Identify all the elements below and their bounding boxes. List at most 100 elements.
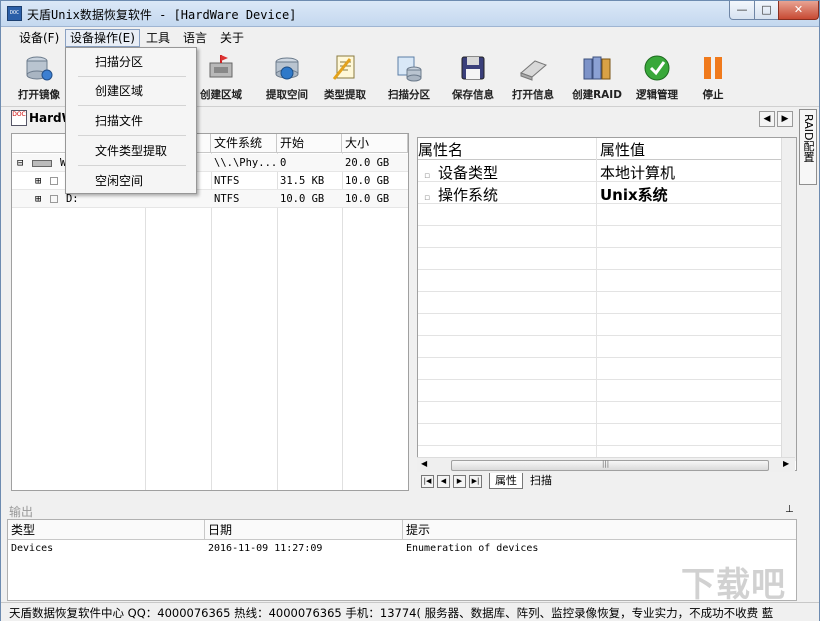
watermark-logo: 下载吧 bbox=[681, 565, 786, 605]
menu-separator bbox=[78, 135, 186, 136]
toolbar-open-info-label: 打开信息 bbox=[512, 89, 554, 101]
type-extract-icon bbox=[332, 55, 355, 80]
menu-about[interactable]: 关于 bbox=[216, 29, 248, 47]
toolbar-scan-partition-label: 扫描分区 bbox=[388, 89, 430, 101]
column-property-value[interactable]: 属性值 bbox=[600, 139, 645, 160]
stop-icon bbox=[704, 57, 722, 79]
drive-icon bbox=[31, 159, 52, 167]
column-type[interactable]: 类型 bbox=[8, 520, 205, 540]
toolbar-open-info-button[interactable]: 打开信息 bbox=[503, 51, 563, 105]
property-name: ▫ 操作系统 bbox=[424, 184, 498, 205]
menu-separator bbox=[78, 76, 186, 77]
column-property-name[interactable]: 属性名 bbox=[418, 139, 463, 160]
column-size[interactable]: 大小 bbox=[342, 134, 408, 153]
property-panel: 属性名 属性值 ▫ 设备类型 本地计算机 ▫ 操作系统 Unix系统 bbox=[417, 137, 797, 471]
partition-start: 31.5 KB bbox=[280, 175, 325, 187]
partition-icon bbox=[49, 195, 58, 203]
partition-icon bbox=[49, 177, 58, 185]
collapse-icon[interactable]: ⊟ bbox=[17, 157, 23, 169]
partition-size: 10.0 GB bbox=[345, 193, 390, 205]
property-row[interactable]: ▫ 操作系统 Unix系统 bbox=[418, 182, 796, 205]
maximize-button[interactable]: □ bbox=[754, 1, 779, 20]
menu-create-area[interactable]: 创建区域 bbox=[67, 79, 195, 103]
app-icon: DOC bbox=[7, 6, 22, 21]
open-info-icon bbox=[520, 60, 547, 81]
toolbar-open-image-button[interactable]: 打开镜像 bbox=[9, 51, 69, 105]
device-operation-dropdown: 扫描分区 创建区域 扫描文件 文件类型提取 空闲空间 bbox=[65, 47, 197, 194]
title-bar: DOC 天盾Unix数据恢复软件 - [HardWare Device] — □… bbox=[1, 1, 819, 27]
partition-filesystem: NTFS bbox=[214, 193, 240, 205]
tab-prev-button[interactable]: ◀ bbox=[437, 475, 450, 488]
minimize-button[interactable]: — bbox=[729, 1, 755, 20]
menu-scan-file[interactable]: 扫描文件 bbox=[67, 109, 195, 133]
toolbar-create-area-button[interactable]: 创建区域 bbox=[191, 51, 251, 105]
property-node-icon: ▫ bbox=[424, 171, 431, 181]
expand-icon[interactable]: ⊞ bbox=[35, 193, 41, 205]
partition-size: 10.0 GB bbox=[345, 175, 390, 187]
nav-next-button[interactable]: ▶ bbox=[777, 111, 793, 127]
save-floppy-icon bbox=[461, 56, 485, 80]
menu-file-type-extract[interactable]: 文件类型提取 bbox=[67, 139, 195, 163]
window-title: 天盾Unix数据恢复软件 - [HardWare Device] bbox=[27, 8, 297, 22]
tab-scan[interactable]: 扫描 bbox=[525, 473, 557, 489]
column-start[interactable]: 开始 bbox=[277, 134, 342, 153]
toolbar-scan-partition-button[interactable]: 扫描分区 bbox=[379, 51, 439, 105]
toolbar-create-raid-label: 创建RAID bbox=[572, 89, 622, 101]
toolbar-extract-space-label: 提取空间 bbox=[266, 89, 308, 101]
toolbar-open-image-label: 打开镜像 bbox=[18, 89, 60, 101]
property-vertical-scrollbar[interactable] bbox=[781, 138, 796, 461]
device-filesystem: \\.\Phy... bbox=[214, 157, 277, 169]
raid-config-side-tab[interactable]: RAID配置 bbox=[799, 109, 817, 185]
column-hint[interactable]: 提示 bbox=[403, 520, 796, 540]
property-row[interactable]: ▫ 设备类型 本地计算机 bbox=[418, 160, 796, 182]
scan-partition-icon bbox=[397, 56, 422, 82]
menu-free-space[interactable]: 空闲空间 bbox=[67, 169, 195, 193]
menu-device-operation[interactable]: 设备操作(E) bbox=[65, 29, 140, 47]
toolbar-extract-space-button[interactable]: 提取空间 bbox=[257, 51, 317, 105]
toolbar-create-raid-button[interactable]: 创建RAID bbox=[567, 51, 627, 105]
disk-stack-icon bbox=[26, 56, 53, 81]
nav-prev-button[interactable]: ◀ bbox=[759, 111, 775, 127]
menu-tools[interactable]: 工具 bbox=[142, 29, 174, 47]
toolbar-logic-manage-button[interactable]: 逻辑管理 bbox=[627, 51, 687, 105]
scroll-left-icon[interactable]: ◀ bbox=[421, 459, 427, 468]
partition-name: D: bbox=[65, 193, 79, 205]
scrollbar-grip: ||| bbox=[602, 460, 610, 468]
property-name-text: 设备类型 bbox=[438, 164, 499, 182]
close-button[interactable]: ✕ bbox=[778, 1, 819, 20]
property-horizontal-scrollbar[interactable]: ◀ ||| ▶ bbox=[417, 457, 795, 472]
expand-icon[interactable]: ⊞ bbox=[35, 175, 41, 187]
output-date-cell: 2016-11-09 11:27:09 bbox=[208, 543, 323, 554]
toolbar-type-extract-button[interactable]: 类型提取 bbox=[315, 51, 375, 105]
property-value: Unix系统 bbox=[600, 186, 668, 204]
output-panel-title: 输出 bbox=[9, 505, 34, 519]
menu-scan-partition[interactable]: 扫描分区 bbox=[67, 50, 195, 74]
toolbar-save-info-button[interactable]: 保存信息 bbox=[443, 51, 503, 105]
create-area-icon bbox=[209, 55, 233, 78]
tab-properties[interactable]: 属性 bbox=[489, 473, 523, 489]
menu-separator bbox=[78, 165, 186, 166]
scrollbar-thumb[interactable]: ||| bbox=[451, 460, 769, 471]
device-size: 20.0 GB bbox=[345, 157, 390, 169]
property-name-text: 操作系统 bbox=[438, 186, 499, 204]
property-value: 本地计算机 bbox=[600, 164, 676, 182]
toolbar-stop-button[interactable]: 停止 bbox=[683, 51, 743, 105]
tab-last-button[interactable]: ▶| bbox=[469, 475, 482, 488]
property-tabs: |◀ ◀ ▶ ▶| 属性 扫描 bbox=[421, 473, 801, 491]
status-bar: 天盾数据恢复软件中心 QQ：4000076365 热线：4000076365 手… bbox=[1, 602, 819, 621]
tab-next-button[interactable]: ▶ bbox=[453, 475, 466, 488]
partition-start: 10.0 GB bbox=[280, 193, 325, 205]
document-icon: DOC bbox=[11, 110, 27, 126]
menu-bar: 设备(F) 设备操作(E) 工具 语言 关于 bbox=[1, 27, 819, 49]
scroll-right-icon[interactable]: ▶ bbox=[783, 459, 789, 468]
extract-space-icon bbox=[275, 57, 299, 80]
menu-language[interactable]: 语言 bbox=[179, 29, 211, 47]
partition-filesystem: NTFS bbox=[214, 175, 240, 187]
tab-first-button[interactable]: |◀ bbox=[421, 475, 434, 488]
pin-icon[interactable]: ⊥ bbox=[785, 504, 794, 515]
property-node-icon: ▫ bbox=[424, 193, 431, 203]
column-date[interactable]: 日期 bbox=[205, 520, 403, 540]
toolbar-save-info-label: 保存信息 bbox=[452, 89, 494, 101]
menu-device[interactable]: 设备(F) bbox=[15, 29, 63, 47]
column-filesystem[interactable]: 文件系统 bbox=[211, 134, 277, 153]
